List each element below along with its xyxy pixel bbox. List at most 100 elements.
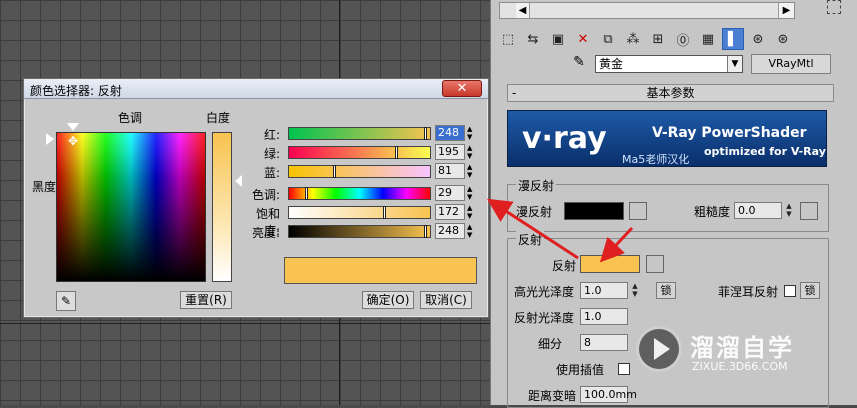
banner-credit: Ma5老师汉化 (622, 153, 690, 166)
hue-spinner[interactable]: ▲ ▼ (467, 185, 476, 201)
red-slider-thumb[interactable] (424, 127, 427, 140)
material-name-value: 黄金 (599, 57, 624, 71)
green-slider-label: 绿: (263, 147, 280, 161)
material-toolbar: ⬚ ⇆ ▣ ✕ ⧉ ⁂ ⊞ ⓪ ▦ ▌ ⊛ ⊛ (497, 28, 794, 50)
saturation-spinner[interactable]: ▲ ▼ (467, 204, 476, 220)
hue-marker-top[interactable] (67, 123, 79, 131)
rollout-title: 基本参数 (646, 86, 695, 100)
value-slider-label: 亮度: (251, 226, 280, 240)
roughness-spinner[interactable]: ▲ ▼ (784, 202, 794, 219)
blue-value-input[interactable]: 81 (435, 163, 465, 179)
diffuse-map-button[interactable] (629, 202, 647, 220)
blue-slider-label: 蓝: (263, 166, 280, 180)
red-slider[interactable] (288, 127, 431, 140)
rollout-collapse-icon[interactable]: - (512, 85, 516, 101)
reflect-color-swatch[interactable] (580, 255, 640, 273)
blue-spinner[interactable]: ▲ ▼ (467, 163, 476, 179)
eyedropper-icon[interactable]: ✎ (569, 54, 589, 74)
material-id-icon[interactable]: ⓪ (672, 28, 694, 50)
vray-logo-text: v·ray (522, 121, 607, 156)
play-icon (654, 338, 670, 360)
green-spinner[interactable]: ▲ ▼ (467, 144, 476, 160)
roughness-input[interactable]: 0.0 (734, 202, 782, 219)
dim-distance-input[interactable]: 100.0mm (580, 386, 637, 403)
watermark-logo: 溜溜自学 ZIXUE.3D66.COM (626, 322, 816, 380)
whiteness-label: 白度 (206, 111, 231, 125)
reset-button[interactable]: 重置(R) (180, 291, 232, 309)
dialog-title: 颜色选择器: 反射 (30, 84, 122, 98)
value-slider-thumb[interactable] (424, 225, 427, 238)
panel-corner-icon[interactable] (827, 0, 841, 14)
assign-material-icon[interactable]: ▣ (547, 28, 569, 50)
value-value-input[interactable]: 248 (435, 223, 465, 239)
scroll-left-button[interactable]: ◀ (516, 3, 530, 18)
diffuse-label: 漫反射 (516, 205, 553, 219)
show-end-result-icon[interactable]: ▌ (722, 28, 744, 50)
subdivs-input[interactable]: 8 (580, 334, 628, 351)
hue-slider[interactable] (288, 187, 431, 200)
reflect-label: 反射 (552, 259, 577, 273)
hilight-lock-button[interactable]: 锁 (656, 282, 676, 299)
ok-button[interactable]: 确定(O) (362, 291, 414, 309)
value-spinner[interactable]: ▲ ▼ (467, 223, 476, 239)
diffuse-color-swatch[interactable] (564, 202, 624, 220)
green-value-input[interactable]: 195 (435, 144, 465, 160)
panel-scrollbar[interactable]: ◀ ▶ (499, 2, 795, 19)
vray-logo: v·ray (522, 121, 607, 156)
roughness-label: 粗糙度 (694, 205, 731, 219)
material-type-button[interactable]: VRayMtl (751, 54, 831, 74)
saturation-slider[interactable] (288, 206, 431, 219)
scroll-right-button[interactable]: ▶ (778, 3, 794, 18)
diffuse-group: 漫反射 漫反射 粗糙度 0.0 ▲ ▼ (507, 177, 829, 232)
vray-banner: v·ray V-Ray PowerShader optimized for V-… (507, 110, 827, 167)
chevron-down-icon[interactable]: ▼ (727, 56, 742, 72)
fresnel-checkbox[interactable] (784, 285, 796, 297)
whiteness-marker[interactable] (235, 175, 242, 187)
put-to-scene-icon[interactable]: ⇆ (522, 28, 544, 50)
saturation-slider-thumb[interactable] (383, 206, 386, 219)
use-interp-label: 使用插值 (556, 363, 605, 377)
value-slider[interactable] (288, 225, 431, 238)
cancel-button[interactable]: 取消(C) (420, 291, 472, 309)
red-value-input[interactable]: 248 (435, 125, 465, 141)
go-parent-icon[interactable]: ⊛ (747, 28, 769, 50)
hue-blackness-field[interactable] (56, 132, 206, 282)
watermark-title: 溜溜自学 (690, 334, 794, 362)
viewport-axis-horizontal (0, 323, 490, 324)
hilight-gloss-input[interactable]: 1.0 (580, 282, 628, 299)
blackness-marker[interactable] (46, 133, 54, 145)
hilight-gloss-spinner[interactable]: ▲ ▼ (630, 282, 640, 299)
refl-gloss-input[interactable]: 1.0 (580, 308, 628, 325)
hue-value-input[interactable]: 29 (435, 185, 465, 201)
red-spinner[interactable]: ▲ ▼ (467, 125, 476, 141)
blue-slider-thumb[interactable] (333, 165, 336, 178)
saturation-value-input[interactable]: 172 (435, 204, 465, 220)
blue-slider[interactable] (288, 165, 431, 178)
get-material-icon[interactable]: ⬚ (497, 28, 519, 50)
copy-material-icon[interactable]: ⧉ (597, 28, 619, 50)
diffuse-group-label: 漫反射 (516, 177, 557, 194)
dialog-titlebar[interactable]: 颜色选择器: 反射 ✕ (24, 79, 488, 99)
green-slider-thumb[interactable] (395, 146, 398, 159)
banner-subtitle: optimized for V-Ray (704, 145, 826, 158)
hue-slider-label: 色调: (251, 188, 280, 202)
green-slider[interactable] (288, 146, 431, 159)
make-unique-icon[interactable]: ⁂ (622, 28, 644, 50)
close-button[interactable]: ✕ (442, 80, 482, 97)
put-to-library-icon[interactable]: ⊞ (647, 28, 669, 50)
reflect-map-button[interactable] (646, 255, 664, 273)
crosshair-icon: ✥ (68, 134, 79, 148)
roughness-map-button[interactable] (800, 202, 818, 220)
color-preview-swatch (284, 257, 477, 284)
eyedropper-button[interactable]: ✎ (56, 291, 76, 311)
hue-slider-thumb[interactable] (305, 187, 308, 200)
whiteness-bar[interactable] (212, 132, 232, 282)
go-sibling-icon[interactable]: ⊛ (772, 28, 794, 50)
reset-map-icon[interactable]: ✕ (572, 28, 594, 50)
fresnel-label: 菲涅耳反射 (718, 285, 779, 299)
basic-params-rollout[interactable]: - 基本参数 (507, 84, 834, 102)
dim-distance-label: 距离变暗 (528, 389, 577, 403)
show-map-icon[interactable]: ▦ (697, 28, 719, 50)
fresnel-lock-button[interactable]: 锁 (800, 282, 820, 299)
material-name-select[interactable]: 黄金 ▼ (595, 55, 743, 73)
